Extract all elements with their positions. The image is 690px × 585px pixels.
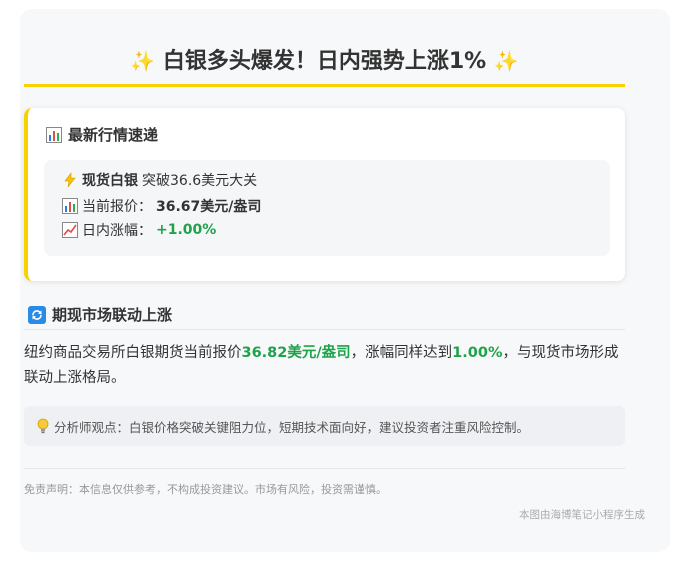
quote-line-breakout: 现货白银 突破36.6美元大关 bbox=[62, 170, 257, 190]
bar-chart-icon bbox=[46, 126, 62, 143]
futures-text-2: ，涨幅同样达到 bbox=[350, 345, 453, 361]
bar-chart-icon bbox=[62, 198, 78, 214]
sparkles-icon: ✨ bbox=[493, 49, 519, 73]
refresh-icon bbox=[28, 305, 46, 324]
quote-details: 现货白银 突破36.6美元大关 当前报价： 36.67美元/盎司 日内涨幅： +1.0… bbox=[44, 160, 610, 256]
quote-line1-bold: 现货白银 bbox=[82, 173, 138, 189]
lightning-icon bbox=[62, 172, 78, 188]
analyst-text: 分析师观点：白银价格突破关键阻力位，短期技术面向好，建议投资者注重风险控制。 bbox=[54, 419, 530, 435]
footer-divider bbox=[24, 468, 625, 469]
page-title: ✨ 白银多头爆发！日内强势上涨1% ✨ bbox=[24, 44, 625, 78]
disclaimer: 免责声明：本信息仅供参考，不构成投资建议。市场有风险，投资需谨慎。 bbox=[24, 483, 387, 496]
quote-line1-rest: 突破36.6美元大关 bbox=[142, 173, 258, 189]
analyst-note: 分析师观点：白银价格突破关键阻力位，短期技术面向好，建议投资者注重风险控制。 bbox=[24, 406, 625, 446]
title-divider bbox=[24, 84, 625, 87]
futures-paragraph: 纽约商品交易所白银期货当前报价36.82美元/盎司，涨幅同样达到1.00%，与现… bbox=[24, 341, 625, 391]
quote-line-price: 当前报价： 36.67美元/盎司 bbox=[62, 196, 261, 216]
futures-price: 36.82美元/盎司 bbox=[241, 345, 351, 361]
section-divider bbox=[24, 329, 625, 330]
futures-heading-text: 期现市场联动上涨 bbox=[52, 306, 173, 324]
quote-line-change: 日内涨幅： +1.00% bbox=[62, 220, 216, 240]
sparkles-icon: ✨ bbox=[130, 49, 156, 73]
title-text: 白银多头爆发！日内强势上涨1% bbox=[162, 49, 487, 74]
futures-text-1: 纽约商品交易所白银期货当前报价 bbox=[24, 345, 242, 361]
change-value: +1.00% bbox=[156, 222, 217, 238]
price-value: 36.67美元/盎司 bbox=[156, 199, 262, 215]
quote-heading: 最新行情速递 bbox=[46, 124, 158, 145]
quote-heading-text: 最新行情速递 bbox=[68, 126, 159, 144]
lightbulb-icon bbox=[36, 418, 50, 434]
quote-panel: 最新行情速递 现货白银 突破36.6美元大关 当前报价： 36.67美元/盎司 日内… bbox=[24, 108, 625, 281]
futures-heading: 期现市场联动上涨 bbox=[28, 304, 172, 325]
generator-credit: 本图由海博笔记小程序生成 bbox=[519, 509, 645, 521]
trend-up-icon bbox=[62, 222, 78, 238]
change-label: 日内涨幅： bbox=[82, 223, 152, 239]
price-label: 当前报价： bbox=[82, 199, 152, 215]
futures-change: 1.00% bbox=[452, 345, 503, 361]
